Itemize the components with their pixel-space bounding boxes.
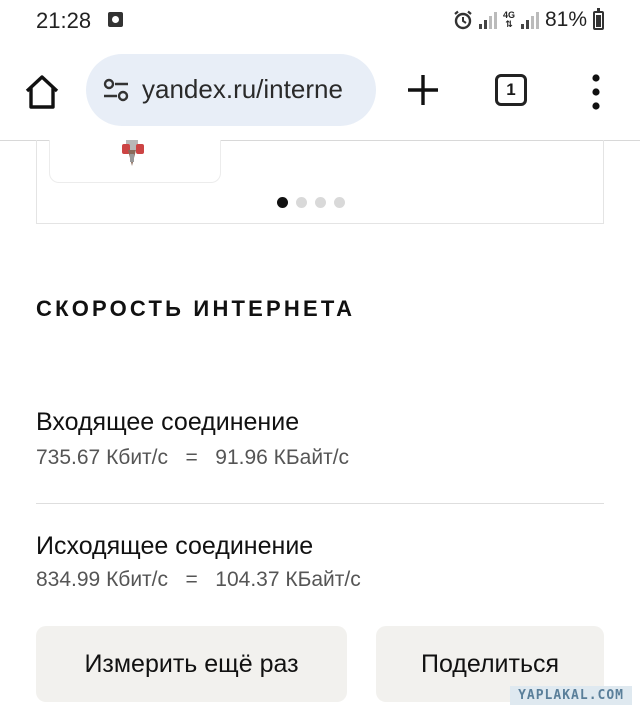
url-text[interactable]: yandex.ru/interne (142, 74, 343, 105)
new-tab-icon[interactable] (405, 72, 441, 108)
battery-icon (593, 7, 604, 30)
status-bar: 21:28 4G ⇅ 81% (0, 0, 640, 42)
product-carousel[interactable] (36, 140, 604, 224)
upload-value: 834.99 Кбит/с = 104.37 КБайт/с (36, 568, 361, 591)
product-image (122, 140, 144, 166)
upload-label: Исходящее соединение (36, 532, 314, 560)
alarm-icon (454, 10, 472, 30)
product-thumbnail[interactable] (49, 140, 221, 183)
download-value: 735.67 Кбит/с = 91.96 КБайт/с (36, 446, 350, 469)
watermark: YAPLAKAL.COM (510, 686, 632, 705)
carousel-dot[interactable] (296, 197, 307, 208)
more-icon[interactable] (586, 72, 606, 112)
carousel-dots[interactable] (277, 197, 345, 208)
section-title: СКОРОСТЬ ИНТЕРНЕТА (36, 296, 356, 321)
signal-icon-2 (520, 11, 539, 29)
browser-toolbar: yandex.ru/interne 1 (0, 44, 640, 141)
photo-icon (108, 12, 123, 27)
battery-percent: 81% (544, 8, 587, 31)
signal-icon (478, 11, 497, 29)
status-icons: 4G ⇅ 81% (453, 7, 604, 32)
download-label: Входящее соединение (36, 408, 300, 436)
remeasure-button[interactable]: Измерить ещё раз (36, 626, 347, 702)
home-icon[interactable] (22, 72, 62, 112)
divider (36, 503, 604, 504)
address-bar[interactable]: yandex.ru/interne (86, 54, 376, 126)
carousel-dot[interactable] (277, 197, 288, 208)
site-settings-icon[interactable] (102, 76, 130, 104)
carousel-dot[interactable] (334, 197, 345, 208)
status-time: 21:28 (36, 8, 92, 33)
carousel-dot[interactable] (315, 197, 326, 208)
network-type: 4G ⇅ (502, 10, 515, 29)
tab-switcher-button[interactable]: 1 (495, 74, 527, 106)
